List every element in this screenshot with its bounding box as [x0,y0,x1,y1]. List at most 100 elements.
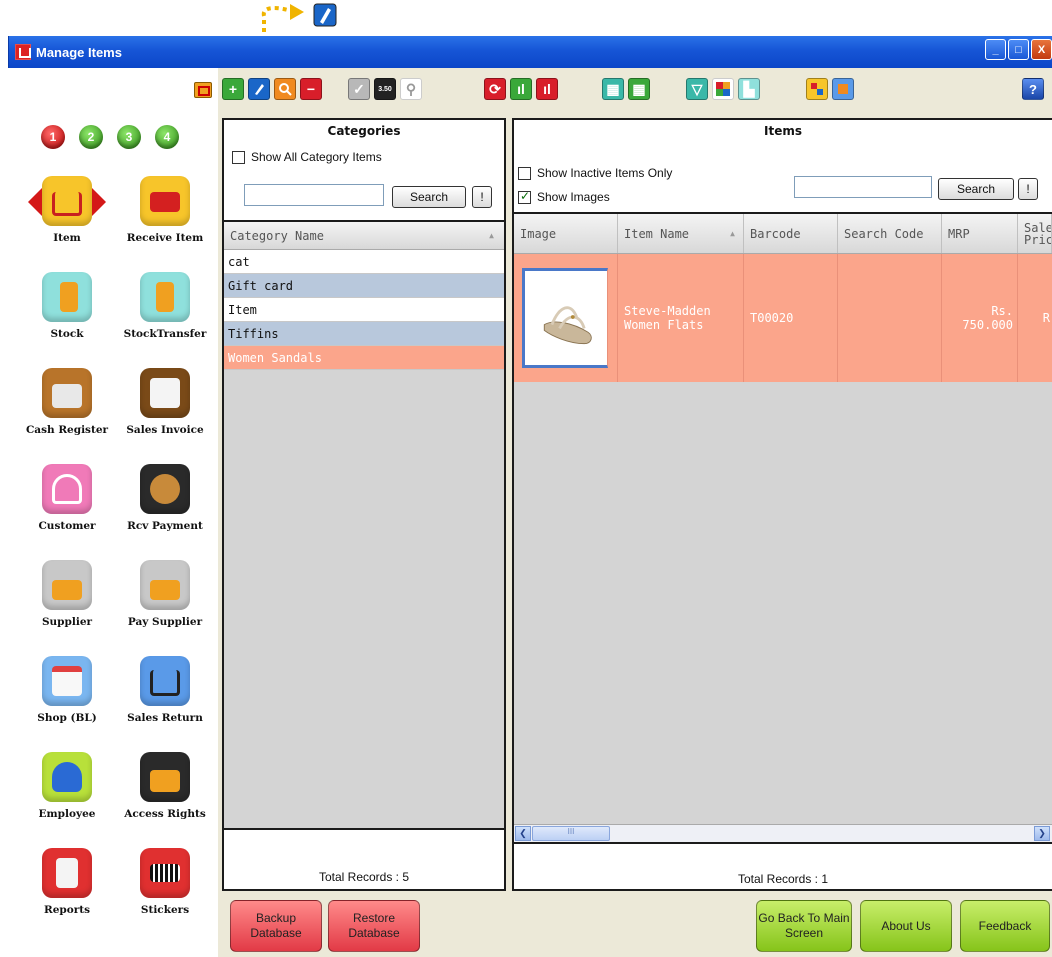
checkbox-box-checked[interactable] [518,189,531,204]
sale-price-cell: R [1042,311,1050,325]
export-icon[interactable] [832,78,854,100]
import-grid-icon[interactable]: ▦ [602,78,624,100]
about-us-button[interactable]: About Us [860,900,952,952]
sidebar-item-sales-return[interactable]: Sales Return [120,656,210,724]
shopping-cart-icon [28,176,106,226]
payment-icon [140,464,190,514]
restore-database-button[interactable]: Restore Database [328,900,420,952]
step-2-button[interactable]: 2 [79,125,103,149]
item-name-column-header[interactable]: Item Name ▲ [618,214,744,253]
hand-truck-icon [42,272,92,322]
sidebar-item-supplier[interactable]: Supplier [22,560,112,628]
image-column-header[interactable]: Image [514,214,618,253]
step-3-button[interactable]: 3 [117,125,141,149]
app-cart-icon [15,44,31,60]
sidebar-item-shop-bl[interactable]: Shop (BL) [22,656,112,724]
hierarchy-icon[interactable]: ⚲ [400,78,422,100]
category-search-button[interactable]: Search [392,186,466,208]
sale-price-column-header[interactable]: Sale Price [1018,214,1052,253]
category-row[interactable]: Item [224,298,504,322]
step-1-button[interactable]: 1 [41,125,65,149]
transfer-icon [140,272,190,322]
switch-window-icon[interactable] [194,82,212,98]
sidebar-item-receive-item[interactable]: Receive Item [120,176,210,244]
color-grid-icon[interactable] [712,78,734,100]
sidebar-item-rcv-payment[interactable]: Rcv Payment [120,464,210,532]
go-back-main-screen-button[interactable]: Go Back To Main Screen [756,900,852,952]
item-row-selected[interactable]: Steve-Madden Women Flats T00020 Rs. 750.… [514,254,1052,382]
items-title: Items [764,124,802,138]
sidebar-item-stock[interactable]: Stock [22,272,112,340]
toolbar: + − ✓ 3.50 ⚲ ⟳ ıl ıl ▦ ▦ ▽ ▙ ? [222,78,1052,108]
search-icon[interactable] [274,78,296,100]
price-tag-icon[interactable]: 3.50 [374,78,396,100]
items-grid-header: Image Item Name ▲ Barcode Search Code MRP… [514,214,1052,254]
mrp-column-header[interactable]: MRP [942,214,1018,253]
edit-icon[interactable] [248,78,270,100]
sidebar-item-stickers[interactable]: Stickers [120,848,210,916]
item-search-button[interactable]: Search [938,178,1014,200]
backup-database-button[interactable]: Backup Database [230,900,322,952]
category-row[interactable]: cat [224,250,504,274]
show-inactive-items-checkbox[interactable]: Show Inactive Items Only [518,166,672,180]
bar-chart-icon[interactable]: ıl [510,78,532,100]
sidebar-item-stock-transfer[interactable]: StockTransfer [120,272,210,340]
category-row[interactable]: Tiffins [224,322,504,346]
add-icon[interactable]: + [222,78,244,100]
item-clear-button[interactable]: ! [1018,178,1038,200]
sidebar-item-employee[interactable]: Employee [22,752,112,820]
stock-icon[interactable]: ▙ [738,78,760,100]
scroll-left-icon[interactable]: ❮ [515,826,531,841]
item-total-records: Total Records : 1 [737,872,829,886]
mrp-cell: Rs. 750.000 [942,254,1018,382]
search-code-cell [838,254,942,382]
window-title: Manage Items [36,44,122,60]
checkmark-icon[interactable]: ✓ [348,78,370,100]
step-4-button[interactable]: 4 [155,125,179,149]
column-chart-icon[interactable]: ıl [536,78,558,100]
category-row-selected[interactable]: Women Sandals [224,346,504,370]
customer-icon [42,464,92,514]
sidebar-item-pay-supplier[interactable]: Pay Supplier [120,560,210,628]
item-image-cell [514,254,618,382]
scroll-right-icon[interactable]: ❯ [1034,826,1050,841]
refresh-icon[interactable]: ⟳ [484,78,506,100]
category-search-input[interactable] [244,184,384,206]
items-grid: Image Item Name ▲ Barcode Search Code MRP… [514,212,1052,844]
export-grid-icon[interactable]: ▦ [628,78,650,100]
lock-key-icon [140,752,190,802]
sidebar-item-cash-register[interactable]: Cash Register [22,368,112,436]
sidebar: 1 2 3 4 Item Receive Item Stock StockTra… [8,68,218,957]
help-icon[interactable]: ? [1022,78,1044,100]
category-tree-icon[interactable] [806,78,828,100]
scroll-thumb[interactable]: III [532,826,610,841]
category-clear-button[interactable]: ! [472,186,492,208]
sort-arrow-icon: ▲ [730,228,735,238]
close-button[interactable]: X [1031,39,1052,60]
minimize-button[interactable]: _ [985,39,1006,60]
checkbox-box[interactable] [518,166,531,180]
category-row[interactable]: Gift card [224,274,504,298]
sidebar-item-reports[interactable]: Reports [22,848,112,916]
categories-panel: Categories Show All Category Items Searc… [222,118,506,891]
show-all-category-items-checkbox[interactable]: Show All Category Items [232,150,382,164]
feedback-button[interactable]: Feedback [960,900,1050,952]
category-name-column-header[interactable]: Category Name ▲ [224,222,504,250]
delete-icon[interactable]: − [300,78,322,100]
filter-icon[interactable]: ▽ [686,78,708,100]
item-search-input[interactable] [794,176,932,198]
factory-icon [42,560,92,610]
checkbox-box[interactable] [232,150,245,164]
sidebar-item-item[interactable]: Item [22,176,112,244]
sandal-product-image [522,268,608,368]
sidebar-item-sales-invoice[interactable]: Sales Invoice [120,368,210,436]
show-images-checkbox[interactable]: Show Images [518,189,610,204]
barcode-column-header[interactable]: Barcode [744,214,838,253]
sidebar-item-access-rights[interactable]: Access Rights [120,752,210,820]
search-code-column-header[interactable]: Search Code [838,214,942,253]
invoice-icon [140,368,190,418]
maximize-button[interactable]: □ [1008,39,1029,60]
factory-arrow-icon [140,560,190,610]
horizontal-scrollbar[interactable]: ❮ III ❯ [514,824,1052,842]
sidebar-item-customer[interactable]: Customer [22,464,112,532]
